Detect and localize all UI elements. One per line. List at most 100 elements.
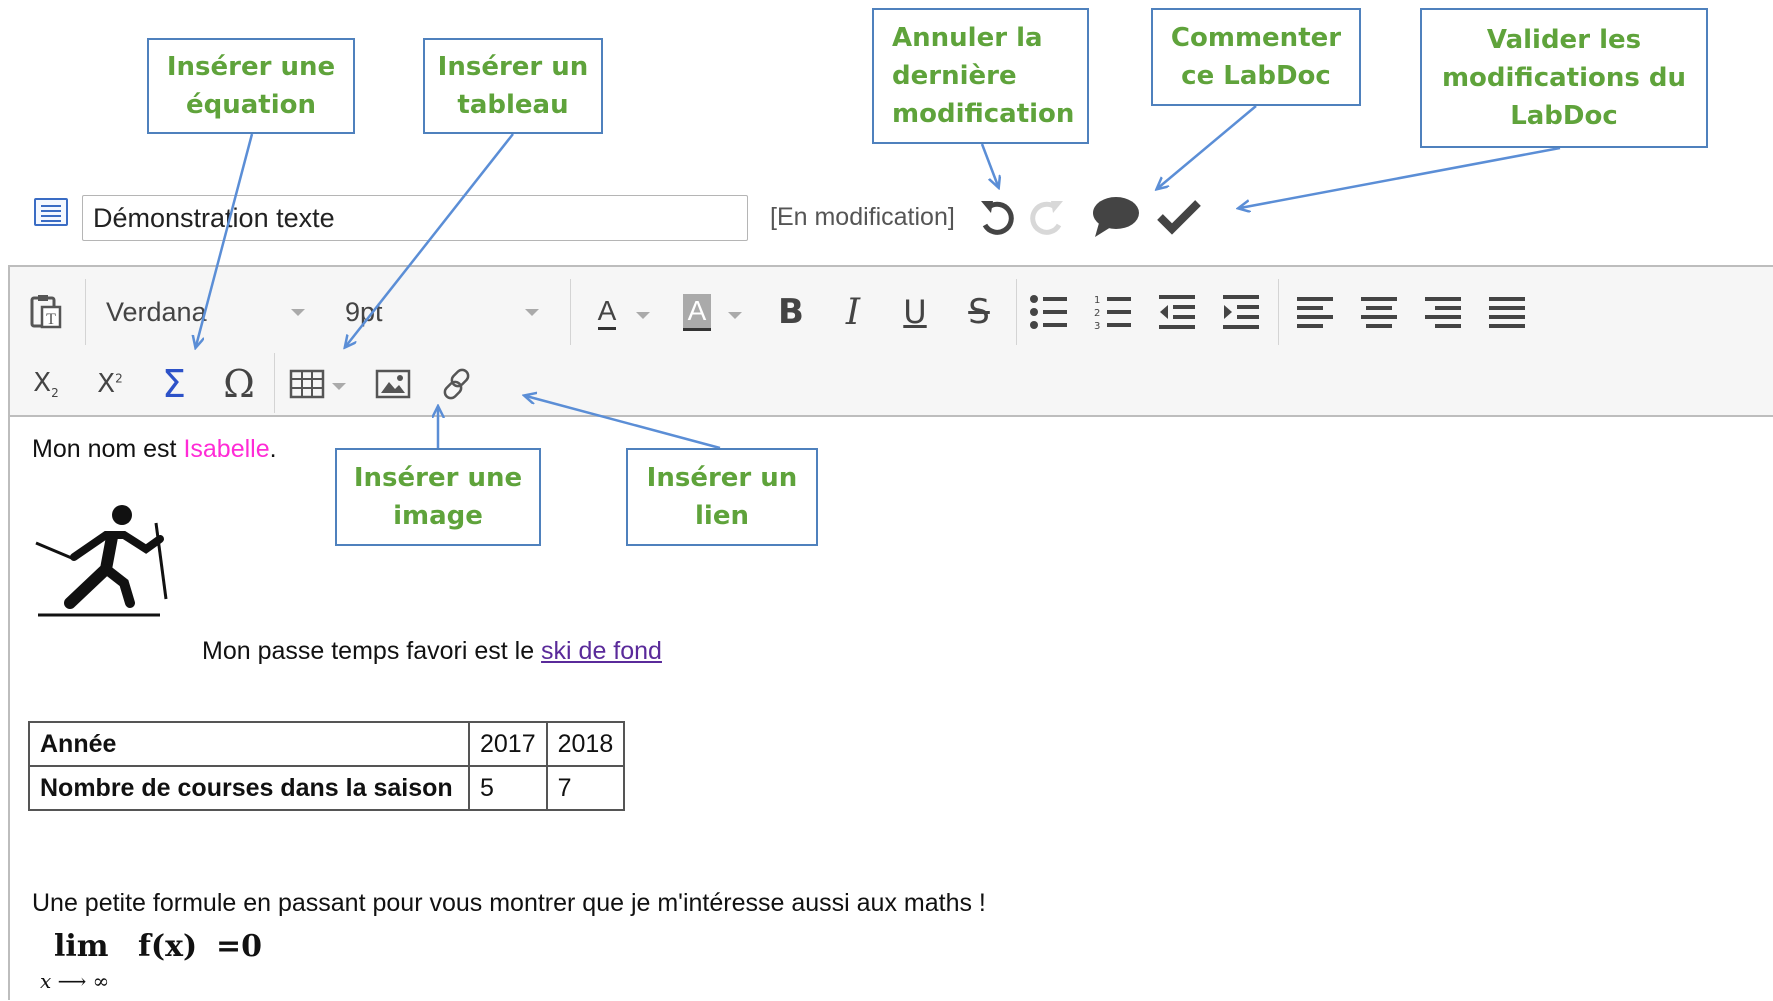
sigma-icon: Σ xyxy=(161,362,186,406)
formula-equals: =0 xyxy=(216,929,263,964)
paste-text-button[interactable]: T xyxy=(24,287,68,337)
formula-subscript: x ⟶ ∞ xyxy=(40,969,110,993)
superscript-icon: X2 xyxy=(97,369,123,399)
bullet-list-icon xyxy=(1030,295,1067,329)
subscript-button[interactable]: X2 xyxy=(24,361,68,407)
undo-button[interactable] xyxy=(970,190,1024,244)
table-cell[interactable]: 5 xyxy=(468,765,548,811)
special-character-button[interactable]: Ω xyxy=(214,359,264,409)
strikethrough-icon: S xyxy=(968,292,990,332)
align-left-icon xyxy=(1297,297,1333,328)
outdent-button[interactable] xyxy=(1152,287,1202,337)
insert-image-button[interactable] xyxy=(370,361,416,407)
table-cell[interactable]: Année xyxy=(28,721,470,767)
text-color-button[interactable]: A xyxy=(582,287,632,337)
highlighted-name: Isabelle xyxy=(183,435,270,463)
image-icon xyxy=(375,369,411,399)
underline-button[interactable]: U xyxy=(890,287,940,337)
intro-line: Mon nom est Isabelle. xyxy=(32,435,277,463)
text-color-icon: A xyxy=(597,295,617,330)
superscript-button[interactable]: X2 xyxy=(88,361,132,407)
arrow-undo xyxy=(980,143,998,186)
insert-equation-button[interactable]: Σ xyxy=(152,359,196,409)
callout-equation: Insérer une équation xyxy=(147,38,355,134)
formula-intro: Une petite formule en passant pour vous … xyxy=(32,889,986,917)
skier-pictogram xyxy=(35,505,168,617)
font-family-value: Verdana xyxy=(106,297,207,327)
doc-title-input[interactable] xyxy=(82,195,748,241)
redo-button[interactable] xyxy=(1020,190,1074,244)
justify-icon xyxy=(1489,297,1525,328)
paste-text-icon: T xyxy=(30,295,62,329)
validate-button[interactable] xyxy=(1152,190,1206,244)
courses-table[interactable]: Année 2017 2018 Nombre de courses dans l… xyxy=(28,721,626,811)
callout-undo: Annuler la dernière modification xyxy=(872,8,1089,144)
bold-icon: B xyxy=(778,292,804,332)
italic-button[interactable]: I xyxy=(828,287,878,337)
hobby-link[interactable]: ski de fond xyxy=(541,637,662,665)
italic-icon: I xyxy=(845,291,861,333)
doc-icon xyxy=(34,198,68,226)
table-cell[interactable]: Nombre de courses dans la saison xyxy=(28,765,470,811)
editor-content[interactable]: Mon nom est Isabelle. Mon passe temps fa… xyxy=(10,419,1773,999)
chevron-down-icon xyxy=(525,309,539,316)
bold-button[interactable]: B xyxy=(766,287,816,337)
numbered-list-button[interactable]: 1 2 3 xyxy=(1088,287,1138,337)
table-cell[interactable]: 7 xyxy=(545,765,626,811)
font-family-select[interactable]: Verdana xyxy=(96,287,311,337)
insert-table-button[interactable] xyxy=(284,361,330,407)
table-cell[interactable]: 2017 xyxy=(468,721,548,767)
indent-icon xyxy=(1223,295,1259,329)
underline-icon: U xyxy=(903,293,927,331)
chevron-down-icon[interactable] xyxy=(332,383,346,390)
comment-button[interactable] xyxy=(1088,190,1142,244)
strikethrough-button[interactable]: S xyxy=(954,287,1004,337)
insert-link-button[interactable] xyxy=(434,361,480,407)
formula-lim: lim xyxy=(54,929,109,964)
bg-color-icon: A xyxy=(682,293,712,331)
formula-function: f(x) xyxy=(138,929,198,964)
align-center-icon xyxy=(1361,297,1397,328)
callout-comment: Commenter ce LabDoc xyxy=(1151,8,1361,106)
redo-icon xyxy=(1030,201,1063,235)
omega-icon: Ω xyxy=(223,362,255,406)
check-icon xyxy=(1157,200,1201,235)
arrow-comment xyxy=(1158,105,1257,188)
arrow-validate xyxy=(1240,146,1561,208)
table-row: Année 2017 2018 xyxy=(28,721,626,767)
align-left-button[interactable] xyxy=(1290,287,1340,337)
chevron-down-icon[interactable] xyxy=(636,312,650,319)
indent-button[interactable] xyxy=(1216,287,1266,337)
numbered-list-icon: 1 2 3 xyxy=(1094,295,1131,331)
justify-button[interactable] xyxy=(1482,287,1532,337)
chevron-down-icon xyxy=(291,309,305,316)
svg-text:2: 2 xyxy=(1094,308,1100,319)
undo-icon xyxy=(981,201,1014,235)
callout-table: Insérer un tableau xyxy=(423,38,603,134)
align-right-button[interactable] xyxy=(1418,287,1468,337)
svg-text:1: 1 xyxy=(1094,295,1100,306)
chevron-down-icon[interactable] xyxy=(728,312,742,319)
svg-text:T: T xyxy=(46,311,56,328)
text-editor: T Verdana 9pt A A B I U S 1 2 3 X2 X2 Σ … xyxy=(8,265,1773,1000)
callout-image: Insérer une image xyxy=(335,448,541,546)
font-size-select[interactable]: 9pt xyxy=(335,287,560,337)
edit-status: [En modification] xyxy=(770,203,955,231)
font-size-value: 9pt xyxy=(345,297,383,327)
svg-text:3: 3 xyxy=(1094,321,1100,331)
table-cell[interactable]: 2018 xyxy=(545,721,626,767)
table-row: Nombre de courses dans la saison 5 7 xyxy=(28,765,626,811)
background-color-button[interactable]: A xyxy=(672,287,722,337)
link-icon xyxy=(443,368,470,400)
comment-icon xyxy=(1093,197,1139,237)
callout-link: Insérer un lien xyxy=(626,448,818,546)
callout-validate: Valider les modifications du LabDoc xyxy=(1420,8,1708,148)
editor-toolbar: T Verdana 9pt A A B I U S 1 2 3 X2 X2 Σ … xyxy=(10,267,1773,417)
bullet-list-button[interactable] xyxy=(1024,287,1074,337)
align-right-icon xyxy=(1425,297,1461,328)
align-center-button[interactable] xyxy=(1354,287,1404,337)
hobby-line: Mon passe temps favori est le ski de fon… xyxy=(202,637,662,665)
subscript-icon: X2 xyxy=(33,367,59,401)
table-icon xyxy=(289,369,325,399)
outdent-icon xyxy=(1159,295,1195,329)
